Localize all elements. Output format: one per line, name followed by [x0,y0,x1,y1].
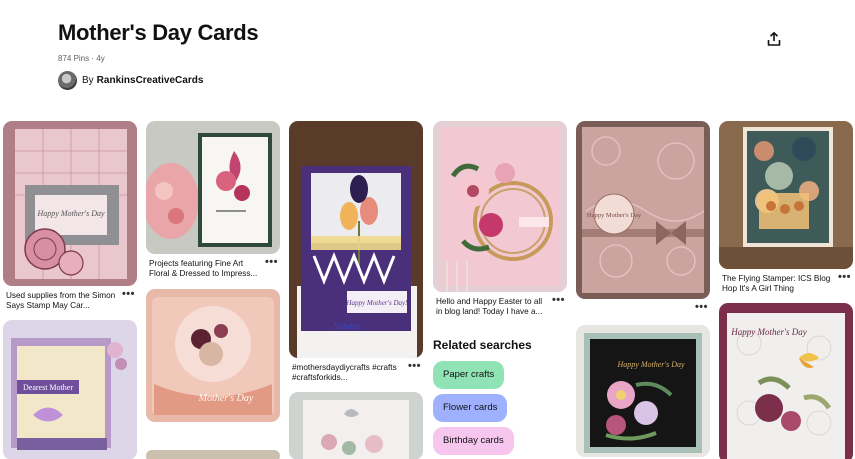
more-dots-icon[interactable]: ••• [408,360,421,372]
pin-image[interactable] [289,392,423,459]
more-dots-icon[interactable]: ••• [695,301,708,313]
pin-image-text: Happy Mother's Day! [346,299,409,307]
board-title: Mother's Day Cards [58,20,259,45]
pin-caption[interactable]: Projects featuring Fine Art Floral & Dre… [149,259,262,279]
pin-image[interactable]: Happy Mother's Day [576,121,710,299]
avatar[interactable] [58,71,77,90]
pin-column-3: Happy Mother's Day! Sandra #mothersdaydi… [289,121,423,459]
more-dots-icon[interactable]: ••• [122,288,135,300]
share-upload-icon [767,31,781,46]
pin-card[interactable]: Happy Mother's Day Used supplies from th… [3,121,137,318]
pin-card[interactable] [146,450,280,459]
more-dots-icon[interactable]: ••• [838,271,851,283]
related-chip-paper-crafts[interactable]: Paper crafts [433,361,505,389]
pin-column-4: Hello and Happy Easter to all in blog la… [433,121,567,459]
more-dots-icon[interactable]: ••• [552,294,565,306]
pin-card[interactable]: Happy Mother's Day! Sandra #mothersdaydi… [289,121,423,390]
pin-card[interactable]: Mother's Day [146,289,280,422]
pin-image-text: Dearest Mother [23,383,73,392]
pin-image-text: Mother's Day [198,393,254,404]
pin-card[interactable]: Dearest Mother [3,320,137,459]
pin-image-text: Happy Mother's Day [730,327,806,337]
owner-name-link[interactable]: RankinsCreativeCards [97,75,204,86]
pin-caption-row: Used supplies from the Simon Says Stamp … [3,286,137,318]
owner-prefix: By [82,75,94,86]
related-searches: Related searches Paper crafts Flower car… [433,324,567,459]
board-owner[interactable]: By RankinsCreativeCards [58,71,203,90]
pin-image[interactable] [146,450,280,459]
pin-caption[interactable]: Used supplies from the Simon Says Stamp … [6,291,119,311]
pin-image[interactable] [719,121,853,269]
pin-card[interactable] [289,392,423,459]
pin-card[interactable]: Hello and Happy Easter to all in blog la… [433,121,567,324]
pin-column-6: The Flying Stamper: ICS Blog Hop It's A … [719,121,853,459]
more-dots-icon[interactable]: ••• [265,256,278,268]
pin-card[interactable]: The Flying Stamper: ICS Blog Hop It's A … [719,121,853,301]
pin-image-text: Happy Mother's Day [36,209,104,218]
pin-image[interactable]: Happy Mother's Day [3,121,137,286]
pin-caption[interactable]: #mothersdaydiycrafts #crafts #craftsfork… [292,363,405,383]
pin-card[interactable]: Happy Mother's Day [576,325,710,457]
pin-image[interactable] [146,121,280,254]
pin-caption-row: ••• [576,299,710,325]
pin-image[interactable]: Mother's Day [146,289,280,422]
related-chip-birthday-cards[interactable]: Birthday cards [433,427,514,455]
pin-caption-row: Hello and Happy Easter to all in blog la… [433,292,567,324]
board-header: Mother's Day Cards 874 Pins · 4y By Rank… [58,20,259,90]
pin-image[interactable]: Happy Mother's Day [576,325,710,457]
pin-image[interactable]: Happy Mother's Day! Sandra [289,121,423,358]
pin-caption[interactable]: Hello and Happy Easter to all in blog la… [436,297,549,317]
related-chip-flower-cards[interactable]: Flower cards [433,394,508,422]
pin-column-5: Happy Mother's Day ••• Happy Mother's Da… [576,121,710,457]
pin-caption-row: The Flying Stamper: ICS Blog Hop It's A … [719,269,853,301]
board-meta: 874 Pins · 4y [58,54,105,63]
pin-image-text: Happy Mother's Day [616,360,684,369]
pin-column-1: Happy Mother's Day Used supplies from th… [3,121,137,459]
pin-caption[interactable]: The Flying Stamper: ICS Blog Hop It's A … [722,274,835,294]
share-button[interactable] [762,27,786,51]
related-searches-title: Related searches [433,338,532,352]
pin-card[interactable]: Happy Mother's Day [719,303,853,459]
pin-caption-row: Projects featuring Fine Art Floral & Dre… [146,254,280,286]
pin-image[interactable]: Dearest Mother [3,320,137,459]
pin-image-signature: Sandra [334,321,361,331]
pin-card[interactable]: Projects featuring Fine Art Floral & Dre… [146,121,280,286]
pin-image[interactable] [433,121,567,292]
pin-column-2: Projects featuring Fine Art Floral & Dre… [146,121,280,459]
pin-image-text: Happy Mother's Day [587,212,642,219]
pin-card[interactable]: Happy Mother's Day ••• [576,121,710,325]
pin-caption-row: #mothersdaydiycrafts #crafts #craftsfork… [289,358,423,390]
pin-image[interactable]: Happy Mother's Day [719,303,853,459]
